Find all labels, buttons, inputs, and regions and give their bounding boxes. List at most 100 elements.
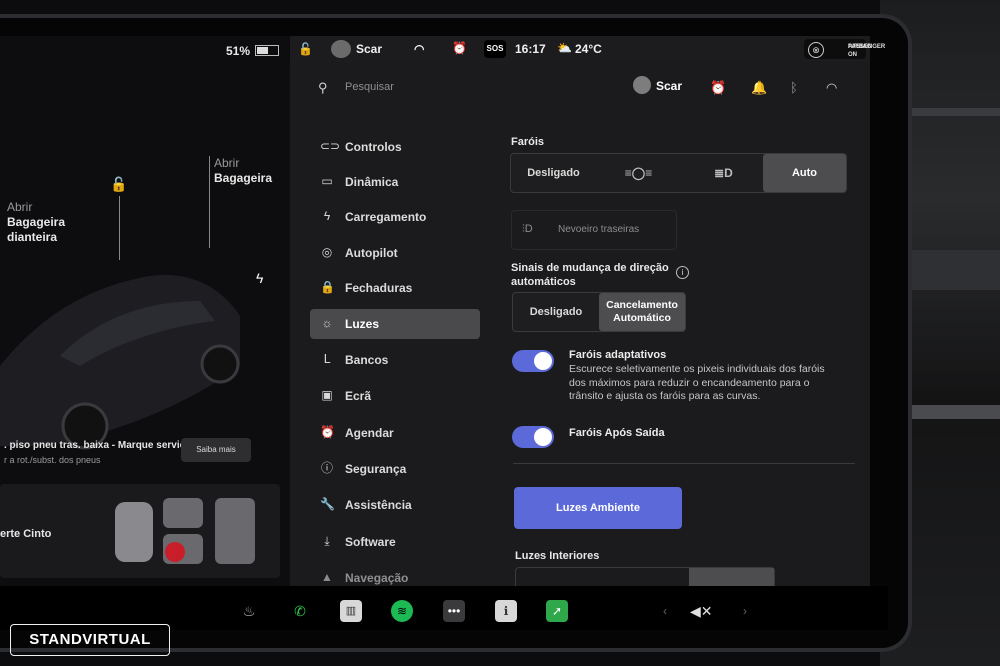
temperature: 24°C bbox=[575, 42, 602, 56]
menu-item-agendar[interactable]: ⏰ Agendar bbox=[310, 418, 480, 448]
profile-avatar-icon[interactable] bbox=[633, 76, 651, 94]
menu-item-bancos[interactable]: ᒪ Bancos bbox=[310, 345, 480, 375]
headlights-title: Faróis bbox=[511, 136, 545, 148]
alarm-icon[interactable]: ⏰ bbox=[452, 41, 467, 55]
seat-diagram bbox=[115, 498, 255, 564]
battery-icon bbox=[255, 45, 280, 56]
menu-item-seguranca[interactable]: ⓘ Segurança bbox=[310, 454, 480, 484]
turn-signal-title-line-1: Sinais de mudança de direção bbox=[511, 262, 669, 274]
menu-item-carregamento[interactable]: ϟ Carregamento bbox=[310, 202, 480, 232]
battery-indicator: 51% bbox=[226, 44, 280, 58]
menu-item-label: Luzes bbox=[345, 317, 380, 331]
display-icon: ▣ bbox=[321, 388, 333, 402]
menu-item-label: Ecrã bbox=[345, 389, 372, 403]
section-divider bbox=[513, 463, 855, 464]
front-trunk-name: Bagageira bbox=[7, 215, 66, 229]
search-input[interactable]: Pesquisar bbox=[345, 81, 394, 93]
bluetooth-icon[interactable]: ᛒ bbox=[790, 80, 798, 95]
turn-signal-title: Sinais de mudança de direção automáticos bbox=[511, 261, 669, 289]
menu-item-autopilot[interactable]: ◎ Autopilot bbox=[310, 238, 480, 268]
turn-signal-off-option[interactable]: Desligado bbox=[513, 293, 599, 331]
parking-lights-icon: ≡◯≡ bbox=[624, 166, 653, 180]
bolt-icon: ϟ bbox=[323, 209, 331, 223]
menu-item-dinamica[interactable]: ▭ Dinâmica bbox=[310, 167, 480, 197]
auto-cancel-line-2: Automático bbox=[613, 312, 671, 324]
profile-name[interactable]: Scar bbox=[656, 79, 682, 93]
learn-more-button[interactable]: Saiba mais bbox=[181, 438, 251, 462]
open-rear-trunk[interactable]: Abrir Bagageira bbox=[214, 156, 272, 186]
dashcam-icon[interactable]: ▥ bbox=[340, 600, 362, 622]
interior-lights-segmented-control[interactable] bbox=[515, 567, 775, 586]
adaptive-headlights-description: Escurece seletivamente os pixeis individ… bbox=[569, 363, 825, 402]
standvirtual-watermark: STANDVIRTUAL bbox=[10, 624, 170, 656]
menu-item-ecra[interactable]: ▣ Ecrã bbox=[310, 381, 480, 411]
passenger-airbag-indicator: ⊗ PASSENGER AIRBAG ON bbox=[804, 39, 885, 59]
profile-avatar-icon bbox=[331, 40, 351, 58]
alarm-icon[interactable]: ⏰ bbox=[710, 80, 726, 96]
rear-fog-button[interactable]: ⫶D Nevoeiro traseiras bbox=[511, 210, 677, 250]
steering-wheel-icon: ◎ bbox=[321, 245, 333, 259]
volume-down-chevron-icon[interactable]: ‹ bbox=[654, 600, 676, 622]
menu-item-fechaduras[interactable]: 🔒 Fechaduras bbox=[310, 273, 480, 303]
auto-cancel-line-1: Cancelamento bbox=[606, 299, 678, 311]
more-apps-icon[interactable]: ••• bbox=[443, 600, 465, 622]
fog-light-icon: ⫶D bbox=[522, 223, 533, 235]
spotify-icon[interactable]: ≋ bbox=[391, 600, 413, 622]
menu-item-label: Segurança bbox=[345, 462, 407, 476]
front-trunk-name-2: dianteira bbox=[7, 230, 58, 244]
toybox-icon[interactable]: ➚ bbox=[546, 600, 568, 622]
status-profile-name[interactable]: Scar bbox=[356, 42, 382, 56]
menu-item-controlos[interactable]: ⊂⊃ Controlos bbox=[310, 132, 480, 162]
menu-item-assistencia[interactable]: 🔧 Assistência bbox=[310, 490, 480, 520]
tire-warning-text: . piso pneu tras. baixa - Marque serviço bbox=[4, 440, 192, 451]
headlights-after-exit-toggle[interactable] bbox=[512, 426, 554, 448]
menu-item-label: Dinâmica bbox=[345, 175, 399, 189]
parking-lights-option[interactable]: ≡◯≡ bbox=[596, 154, 681, 192]
menu-item-label: Carregamento bbox=[345, 210, 427, 224]
lock-status-icon[interactable]: 🔓 bbox=[298, 42, 313, 56]
menu-item-label: Bancos bbox=[345, 353, 389, 367]
phone-icon[interactable]: ✆ bbox=[289, 600, 311, 622]
menu-item-label: Agendar bbox=[345, 426, 394, 440]
search-icon[interactable]: ⚲ bbox=[318, 80, 328, 96]
sos-button[interactable]: SOS bbox=[484, 40, 506, 58]
adaptive-headlights-toggle[interactable] bbox=[512, 350, 554, 372]
download-icon: ⤓ bbox=[324, 534, 330, 548]
wrench-icon: 🔧 bbox=[320, 497, 335, 511]
battery-percent: 51% bbox=[226, 44, 251, 58]
headlights-off-option[interactable]: Desligado bbox=[511, 154, 596, 192]
headlights-segmented-control: Desligado ≡◯≡ ≣D Auto bbox=[510, 153, 847, 193]
front-trunk-action: Abrir bbox=[7, 200, 33, 214]
ambient-lights-button[interactable]: Luzes Ambiente bbox=[514, 487, 682, 529]
charge-port-bolt-icon[interactable]: ϟ bbox=[256, 270, 263, 286]
seat-icon: ᒪ bbox=[323, 352, 331, 366]
defrost-icon[interactable]: ♨ bbox=[238, 600, 260, 622]
toggle-icon: ⊂⊃ bbox=[320, 139, 341, 153]
headlights-auto-option[interactable]: Auto bbox=[763, 154, 846, 192]
menu-item-label: Software bbox=[345, 535, 396, 549]
wifi-icon: ◠ bbox=[414, 42, 425, 56]
sun-icon: ☼ bbox=[321, 316, 333, 330]
interior-lights-selected-option[interactable] bbox=[689, 568, 774, 586]
menu-item-label: Autopilot bbox=[345, 246, 398, 260]
low-beam-icon: ≣D bbox=[714, 166, 733, 180]
clock: 16:17 bbox=[515, 42, 546, 56]
info-icon[interactable]: i bbox=[676, 266, 689, 279]
turn-signal-title-line-2: automáticos bbox=[511, 276, 576, 288]
mute-icon[interactable]: ◀✕ bbox=[690, 600, 713, 622]
turn-signal-auto-cancel-option[interactable]: Cancelamento Automático bbox=[599, 293, 685, 331]
front-trunk-callout-line bbox=[119, 196, 120, 260]
volume-up-chevron-icon[interactable]: › bbox=[734, 600, 756, 622]
menu-item-label: Controlos bbox=[345, 140, 402, 154]
navigation-icon: ▲ bbox=[321, 570, 333, 584]
menu-item-software[interactable]: ⤓ Software bbox=[310, 527, 480, 557]
menu-item-luzes[interactable]: ☼ Luzes bbox=[310, 309, 480, 339]
manual-icon[interactable]: ℹ bbox=[495, 600, 517, 622]
unlock-icon[interactable]: 🔓 bbox=[110, 176, 127, 193]
wifi-icon[interactable]: ◠ bbox=[826, 80, 837, 96]
seatbelt-warning-text: erte Cinto bbox=[0, 528, 52, 540]
low-beam-option[interactable]: ≣D bbox=[681, 154, 766, 192]
notification-bell-icon[interactable]: 🔔 bbox=[751, 80, 767, 96]
open-front-trunk[interactable]: Abrir Bagageira dianteira bbox=[7, 200, 65, 245]
info-icon: ⓘ bbox=[320, 461, 333, 475]
